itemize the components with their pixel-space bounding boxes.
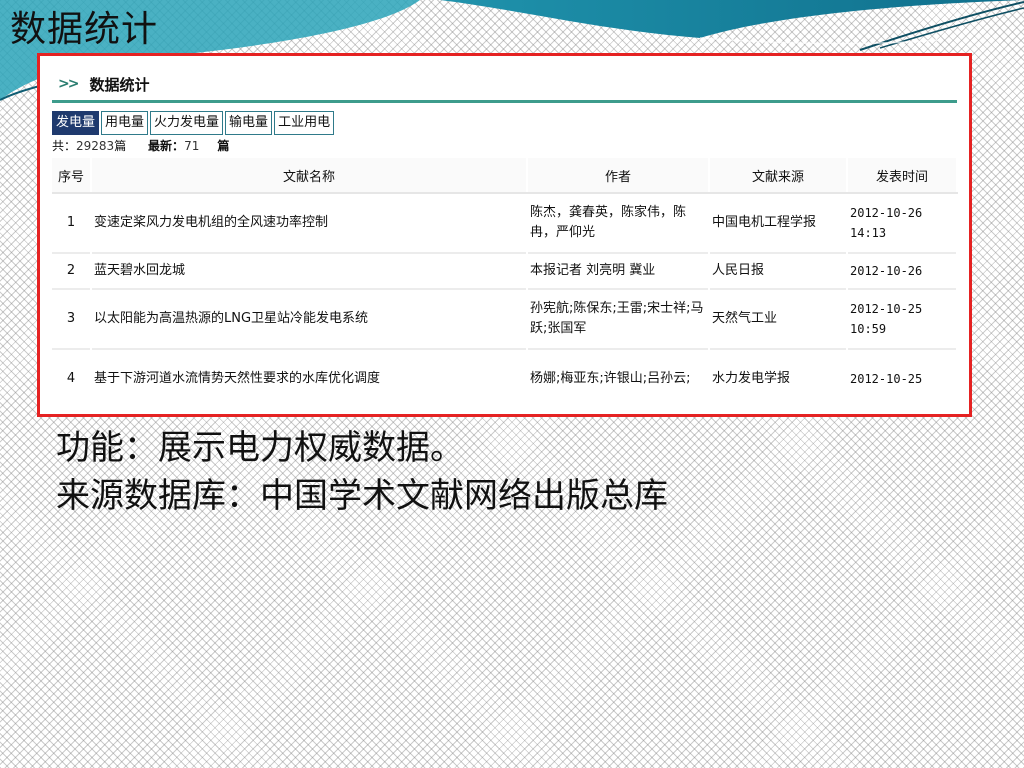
article-date: 2012-10-26 14:13 — [847, 192, 958, 253]
article-source: 天然气工业 — [709, 288, 848, 349]
article-title-link[interactable]: 基于下游河道水流情势天然性要求的水库优化调度 — [91, 348, 528, 408]
total-unit: 篇 — [114, 139, 127, 153]
article-authors: 杨娜;梅亚东;许银山;吕孙云; — [527, 348, 710, 408]
slide-title: 数据统计 — [10, 9, 159, 50]
table-row: 4 基于下游河道水流情势天然性要求的水库优化调度 杨娜;梅亚东;许银山;吕孙云;… — [52, 348, 958, 408]
row-number: 1 — [52, 192, 92, 253]
tab-transmission[interactable]: 输电量 — [225, 111, 273, 135]
panel-header: >> 数据统计 — [52, 68, 957, 103]
caption-function: 功能：展示电力权威数据。 — [56, 428, 464, 468]
tab-power-consumption[interactable]: 用电量 — [101, 111, 149, 135]
stats-panel: >> 数据统计 发电量 用电量 火力发电量 输电量 工业用电 共：29283篇 … — [52, 68, 958, 408]
screenshot-frame: >> 数据统计 发电量 用电量 火力发电量 输电量 工业用电 共：29283篇 … — [37, 53, 972, 417]
header-source: 文献来源 — [709, 158, 848, 194]
latest-value: 71 — [184, 139, 200, 153]
article-date: 2012-10-26 — [847, 252, 958, 289]
header-title: 文献名称 — [91, 158, 528, 194]
article-authors: 孙宪航;陈保东;王雷;宋士祥;马跃;张国军 — [527, 288, 710, 349]
table-row: 3 以太阳能为高温热源的LNG卫星站冷能发电系统 孙宪航;陈保东;王雷;宋士祥;… — [52, 288, 958, 349]
total-value: 29283 — [76, 139, 115, 153]
literature-table: 序号 文献名称 作者 文献来源 发表时间 1 变速定桨风力发电机组的全风速功率控… — [52, 158, 958, 408]
tab-thermal-generation[interactable]: 火力发电量 — [150, 111, 224, 135]
table-header-row: 序号 文献名称 作者 文献来源 发表时间 — [52, 158, 958, 194]
category-tabs: 发电量 用电量 火力发电量 输电量 工业用电 — [52, 111, 957, 135]
article-authors: 本报记者 刘亮明 冀业 — [527, 252, 710, 289]
header-no: 序号 — [52, 158, 92, 194]
header-date: 发表时间 — [847, 158, 958, 194]
article-source: 人民日报 — [709, 252, 848, 289]
article-authors: 陈杰，龚春英，陈家伟，陈冉，严仰光 — [527, 192, 710, 253]
header-author: 作者 — [527, 158, 710, 194]
table-row: 2 蓝天碧水回龙城 本报记者 刘亮明 冀业 人民日报 2012-10-26 — [52, 252, 958, 289]
table-row: 1 变速定桨风力发电机组的全风速功率控制 陈杰，龚春英，陈家伟，陈冉，严仰光 中… — [52, 192, 958, 253]
article-source: 中国电机工程学报 — [709, 192, 848, 253]
article-source: 水力发电学报 — [709, 348, 848, 408]
latest-unit: 篇 — [217, 139, 230, 153]
record-counts: 共：29283篇 最新：71 篇 — [52, 137, 957, 154]
article-title-link[interactable]: 以太阳能为高温热源的LNG卫星站冷能发电系统 — [91, 288, 528, 349]
total-label: 共： — [52, 139, 77, 153]
article-title-link[interactable]: 蓝天碧水回龙城 — [91, 252, 528, 289]
latest-label: 最新： — [148, 139, 185, 153]
article-date: 2012-10-25 10:59 — [847, 288, 958, 349]
article-title-link[interactable]: 变速定桨风力发电机组的全风速功率控制 — [91, 192, 528, 253]
row-number: 4 — [52, 348, 92, 408]
double-chevron-icon: >> — [58, 76, 80, 92]
tab-industrial-power[interactable]: 工业用电 — [274, 111, 335, 135]
article-date: 2012-10-25 — [847, 348, 958, 408]
row-number: 3 — [52, 288, 92, 349]
caption-source: 来源数据库：中国学术文献网络出版总库 — [56, 476, 668, 516]
tab-power-generation[interactable]: 发电量 — [52, 111, 100, 135]
panel-title: 数据统计 — [89, 75, 150, 94]
row-number: 2 — [52, 252, 92, 289]
